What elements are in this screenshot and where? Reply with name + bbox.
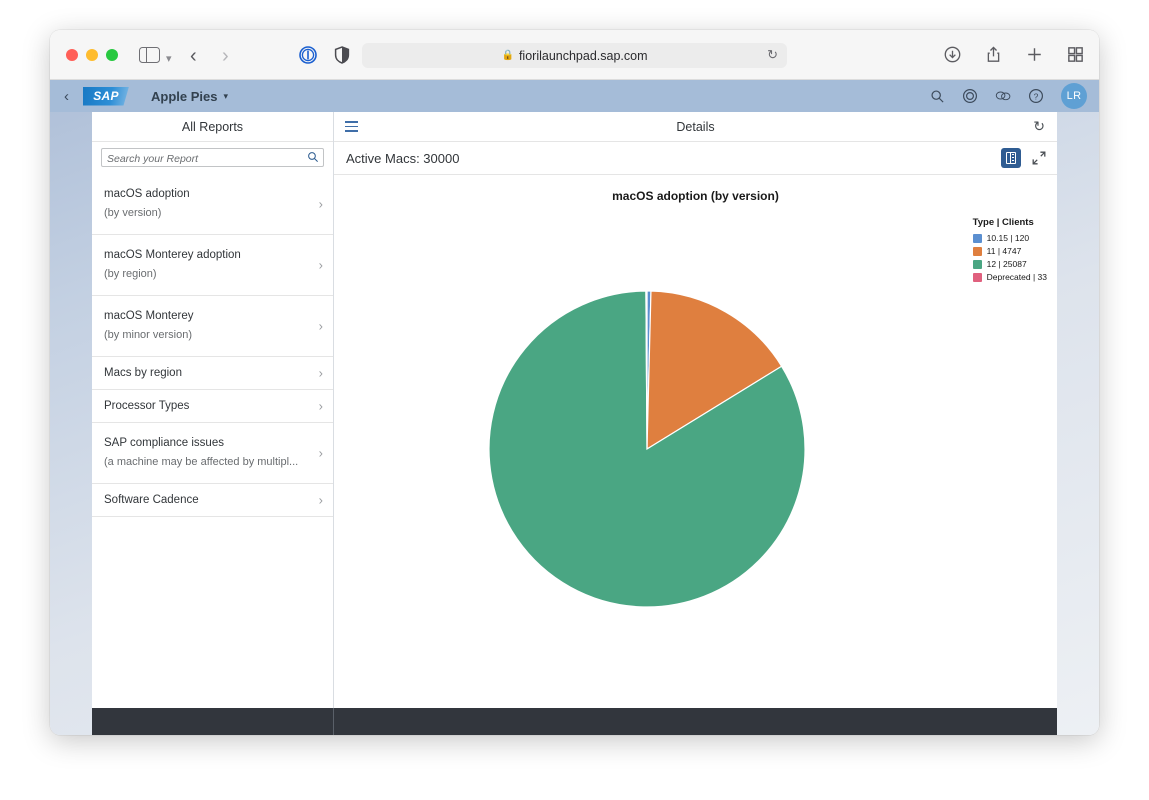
list-item-title: Processor Types: [104, 400, 190, 412]
chevron-right-icon[interactable]: ›: [319, 319, 323, 334]
detail-subheader: Active Macs: 30000: [334, 142, 1057, 175]
app-title: Apple Pies: [151, 88, 218, 104]
list-item[interactable]: macOS adoption (by version) ›: [92, 174, 333, 235]
legend-label: 10.15 | 120: [986, 233, 1030, 243]
browser-window: ▾ ‹ › 🔒 fiorilaunchpad.sap.com ↻ ‹ SAP A…: [50, 30, 1099, 735]
close-window-button[interactable]: [66, 49, 78, 61]
search-input[interactable]: [102, 150, 323, 168]
window-controls: [66, 49, 118, 61]
url-text: fiorilaunchpad.sap.com: [518, 48, 648, 63]
search-icon[interactable]: [307, 151, 319, 166]
footer-right: [334, 708, 1057, 735]
list-item-subtitle: (by version): [104, 207, 162, 219]
minimize-window-button[interactable]: [86, 49, 98, 61]
detail-panel: Details ↻ Active Macs: 30000 macOS adopt…: [334, 112, 1057, 735]
detail-title: Details: [676, 119, 715, 134]
chevron-right-icon[interactable]: ›: [319, 197, 323, 212]
legend-label: Deprecated | 33: [986, 272, 1047, 282]
avatar[interactable]: LR: [1061, 83, 1087, 109]
pie-chart[interactable]: [334, 175, 1057, 695]
toolbar-actions: [943, 45, 1085, 64]
legend-label: 12 | 25087: [986, 259, 1027, 269]
legend-swatch: [972, 259, 982, 269]
search-container: [92, 142, 333, 174]
maximize-window-button[interactable]: [106, 49, 118, 61]
browser-toolbar: ▾ ‹ › 🔒 fiorilaunchpad.sap.com ↻: [50, 30, 1099, 80]
search-field[interactable]: [101, 148, 324, 168]
legend-item[interactable]: 11 | 4747: [972, 246, 1047, 256]
reload-icon[interactable]: ↻: [767, 47, 778, 63]
master-header: All Reports: [92, 112, 333, 142]
list-item[interactable]: Processor Types ›: [92, 390, 333, 423]
legend-title: Type | Clients: [972, 217, 1034, 228]
new-tab-icon[interactable]: [1025, 45, 1044, 64]
address-bar[interactable]: 🔒 fiorilaunchpad.sap.com ↻: [362, 43, 787, 68]
detail-actions: [1001, 148, 1047, 168]
footer-bar: [92, 708, 1057, 735]
back-button[interactable]: ‹: [190, 45, 197, 68]
report-list: macOS adoption (by version) › macOS Mont…: [92, 174, 333, 735]
hamburger-icon[interactable]: [345, 121, 358, 135]
legend-label: 11 | 4747: [986, 246, 1022, 256]
list-item-subtitle: (by region): [104, 268, 157, 280]
reader-contrast-icon[interactable]: [332, 45, 352, 65]
list-item-title: macOS Monterey adoption: [104, 249, 241, 261]
active-macs-summary: Active Macs: 30000: [346, 150, 460, 166]
list-item-title: macOS Monterey: [104, 310, 194, 322]
chevron-right-icon[interactable]: ›: [319, 258, 323, 273]
sap-logo-text: SAP: [93, 89, 119, 103]
detail-header: Details ↻: [334, 112, 1057, 142]
fullscreen-icon[interactable]: [1031, 150, 1047, 166]
list-item[interactable]: Software Cadence ›: [92, 484, 333, 517]
search-icon[interactable]: [929, 88, 945, 104]
svg-text:?: ?: [1034, 91, 1039, 101]
legend-swatch: [972, 272, 982, 282]
tab-overview-icon[interactable]: [1066, 45, 1085, 64]
forward-button[interactable]: ›: [222, 45, 229, 68]
list-item-subtitle: (by minor version): [104, 329, 193, 341]
sidebar-toggle-icon[interactable]: [138, 46, 160, 64]
downloads-icon[interactable]: [943, 45, 962, 64]
lock-icon: 🔒: [501, 50, 514, 61]
list-item[interactable]: macOS Monterey (by minor version) ›: [92, 296, 333, 357]
fiori-shellbar: ‹ SAP Apple Pies ▾ ? LR: [50, 80, 1099, 112]
split-app: All Reports macOS adoptio: [92, 112, 1057, 735]
shell-back-button[interactable]: ‹: [64, 88, 69, 105]
chat-icon[interactable]: [995, 88, 1011, 104]
list-item[interactable]: macOS Monterey adoption (by region) ›: [92, 235, 333, 296]
chevron-right-icon[interactable]: ›: [319, 493, 323, 508]
privacy-report-icon[interactable]: [298, 45, 318, 65]
refresh-icon[interactable]: ↻: [1033, 118, 1045, 135]
list-item-subtitle: (a machine may be affected by multipl...: [104, 456, 299, 468]
legend-swatch: [972, 233, 982, 243]
list-item-title: macOS adoption: [104, 188, 190, 200]
chevron-right-icon[interactable]: ›: [319, 399, 323, 414]
shellbar-actions: ? LR: [929, 80, 1087, 112]
legend-item[interactable]: 12 | 25087: [972, 259, 1047, 269]
list-item-title: SAP compliance issues: [104, 437, 224, 449]
table-view-icon[interactable]: [1001, 148, 1021, 168]
chart-container: macOS adoption (by version) Type | Clien…: [334, 175, 1057, 735]
footer-left: [92, 708, 334, 735]
legend-swatch: [972, 246, 982, 256]
list-item-title: Software Cadence: [104, 494, 199, 506]
sap-logo[interactable]: SAP: [83, 86, 129, 106]
chevron-down-icon[interactable]: ▾: [223, 91, 228, 102]
chevron-down-icon[interactable]: ▾: [166, 52, 172, 65]
master-panel: All Reports macOS adoptio: [92, 112, 334, 735]
target-icon[interactable]: [962, 88, 978, 104]
legend-item[interactable]: 10.15 | 120: [972, 233, 1047, 243]
help-icon[interactable]: ?: [1028, 88, 1044, 104]
fiori-launchpad: ‹ SAP Apple Pies ▾ ? LR All Reports Sear…: [50, 80, 1099, 735]
chevron-right-icon[interactable]: ›: [319, 366, 323, 381]
chart-legend: Type | Clients 10.15 | 120 11 | 4747 12 …: [972, 217, 1047, 285]
legend-item[interactable]: Deprecated | 33: [972, 272, 1047, 282]
list-item[interactable]: SAP compliance issues (a machine may be …: [92, 423, 333, 484]
list-item[interactable]: Macs by region ›: [92, 357, 333, 390]
share-icon[interactable]: [984, 45, 1003, 64]
chevron-right-icon[interactable]: ›: [319, 446, 323, 461]
list-item-title: Macs by region: [104, 367, 182, 379]
